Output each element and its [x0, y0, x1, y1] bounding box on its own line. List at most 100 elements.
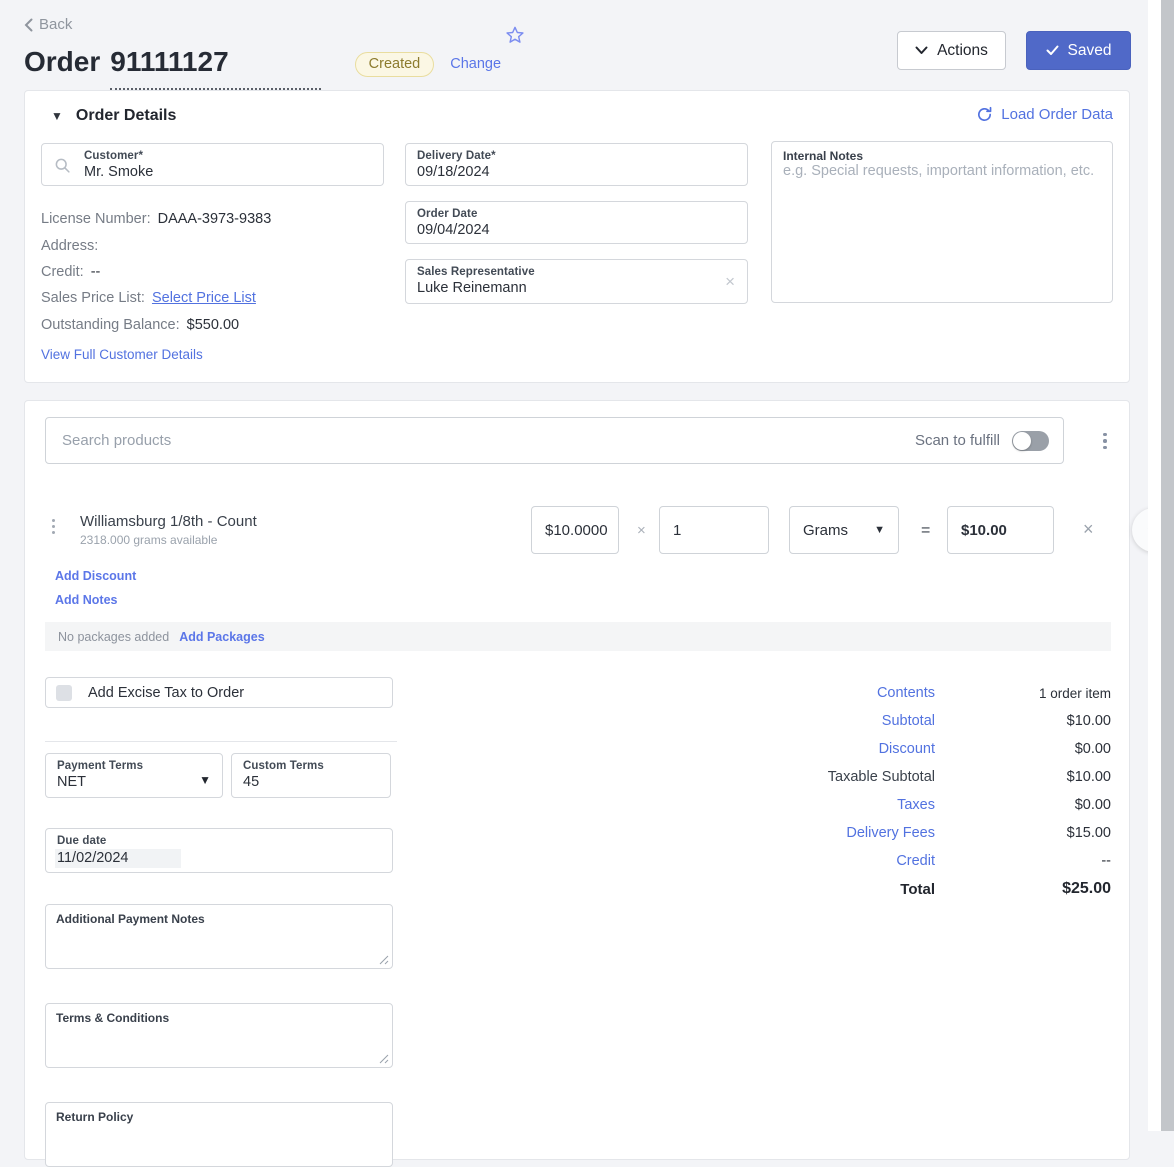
excise-tax-checkbox[interactable]: [56, 684, 72, 701]
quantity-input[interactable]: 1: [659, 506, 769, 554]
chevron-down-icon: [915, 46, 928, 54]
caret-down-icon: ▼: [51, 109, 63, 123]
equals-sign: =: [921, 522, 931, 539]
no-packages-text: No packages added: [58, 629, 170, 644]
taxable-subtotal-label: Taxable Subtotal: [827, 769, 935, 785]
scrollbar-track[interactable]: [1148, 0, 1174, 1131]
contents-value: 1 order item: [1038, 685, 1111, 701]
license-number-row: License Number: DAAA-3973-9383: [41, 211, 272, 227]
clear-sales-rep-icon[interactable]: ×: [725, 273, 735, 290]
custom-terms-value: 45: [243, 774, 260, 790]
back-label: Back: [39, 16, 73, 33]
discount-link[interactable]: Discount: [745, 741, 935, 757]
order-details-collapse[interactable]: ▼ Order Details: [51, 107, 176, 125]
summary-row-subtotal: Subtotal $10.00: [745, 707, 1111, 735]
contents-link[interactable]: Contents: [745, 685, 935, 701]
product-search-bar: Scan to fulfill: [45, 417, 1064, 464]
summary-row-total: Total $25.00: [745, 875, 1111, 903]
license-number-value: DAAA-3973-9383: [157, 211, 272, 227]
view-full-customer-details-link[interactable]: View Full Customer Details: [41, 347, 203, 362]
search-icon: [55, 158, 70, 173]
internal-notes-input[interactable]: [783, 163, 1101, 281]
divider: [45, 741, 397, 742]
outstanding-balance-row: Outstanding Balance: $550.00: [41, 317, 240, 333]
add-packages-link[interactable]: Add Packages: [179, 630, 264, 644]
total-label: Total: [900, 880, 935, 898]
add-discount-link[interactable]: Add Discount: [55, 569, 136, 583]
order-date-value: 09/04/2024: [417, 222, 490, 238]
order-date-field[interactable]: Order Date 09/04/2024: [405, 201, 748, 244]
remove-line-item-icon[interactable]: ×: [1083, 520, 1094, 538]
actions-button[interactable]: Actions: [897, 31, 1006, 70]
unit-select[interactable]: Grams ▼: [789, 506, 899, 554]
resize-grip-icon[interactable]: [379, 1054, 389, 1064]
payment-terms-select[interactable]: Payment Terms NET ▼: [45, 753, 223, 798]
order-details-card: ▼ Order Details Load Order Data Customer…: [24, 90, 1130, 383]
refresh-icon: [978, 106, 992, 121]
back-button[interactable]: Back: [24, 16, 72, 33]
order-number-field[interactable]: 91111127: [110, 46, 321, 90]
unit-price-input[interactable]: $10.0000: [531, 506, 619, 554]
customer-label: Customer*: [84, 150, 144, 162]
saved-label: Saved: [1067, 41, 1112, 59]
add-notes-link[interactable]: Add Notes: [55, 593, 118, 607]
additional-payment-notes-box: Additional Payment Notes: [45, 904, 393, 969]
delivery-date-value: 09/18/2024: [417, 164, 490, 180]
taxable-subtotal-value: $10.00: [1066, 769, 1111, 785]
credit-row: Credit: --: [41, 264, 101, 280]
products-card: Scan to fulfill Williamsburg 1/8th - Cou…: [24, 400, 1130, 1167]
product-name: Williamsburg 1/8th - Count: [80, 513, 257, 530]
select-price-list-link[interactable]: Select Price List: [152, 290, 256, 306]
payment-terms-value: NET: [57, 774, 86, 790]
search-products-input[interactable]: [62, 432, 915, 449]
additional-payment-notes-label: Additional Payment Notes: [56, 912, 205, 926]
section-title: Order Details: [75, 107, 177, 124]
chevron-left-icon: [24, 18, 33, 31]
credit-link[interactable]: Credit: [745, 853, 935, 869]
return-policy-box: Return Policy: [45, 1102, 393, 1167]
taxes-value: $0.00: [1074, 797, 1111, 813]
multiply-sign: ×: [637, 522, 646, 539]
customer-value: Mr. Smoke: [84, 164, 154, 180]
scrollbar-thumb[interactable]: [1161, 0, 1174, 1131]
summary-row-contents: Contents 1 order item: [745, 679, 1111, 707]
order-title-bar: Order 91111127 Created Change: [24, 46, 501, 90]
due-date-value: 11/02/2024: [55, 849, 181, 868]
summary-row-taxes: Taxes $0.00: [745, 791, 1111, 819]
line-total-input[interactable]: $10.00: [947, 506, 1054, 554]
internal-notes-label: Internal Notes: [783, 149, 864, 163]
excise-tax-label: Add Excise Tax to Order: [88, 684, 245, 701]
custom-terms-field[interactable]: Custom Terms 45: [231, 753, 391, 798]
return-policy-label: Return Policy: [56, 1110, 134, 1124]
kebab-menu-icon[interactable]: [1095, 429, 1115, 453]
page-title: Order: [24, 46, 101, 77]
check-icon: [1046, 45, 1059, 55]
address-row: Address:: [41, 238, 99, 254]
load-order-data-link[interactable]: Load Order Data: [976, 106, 1113, 123]
saved-button[interactable]: Saved: [1026, 31, 1131, 70]
chevron-down-icon: ▼: [199, 773, 211, 787]
drag-handle-icon[interactable]: [52, 519, 55, 534]
chevron-down-icon: ▼: [874, 524, 885, 536]
excise-tax-row: Add Excise Tax to Order: [45, 677, 393, 708]
sales-rep-field[interactable]: Sales Representative Luke Reinemann ×: [405, 259, 748, 304]
favorite-star-icon[interactable]: [505, 25, 525, 45]
customer-field[interactable]: Customer* Mr. Smoke: [41, 143, 384, 186]
delivery-date-field[interactable]: Delivery Date* 09/18/2024: [405, 143, 748, 186]
resize-grip-icon[interactable]: [379, 955, 389, 965]
internal-notes-box: Internal Notes: [771, 141, 1113, 303]
credit-value: --: [1101, 853, 1111, 869]
discount-value: $0.00: [1074, 741, 1111, 757]
sales-rep-value: Luke Reinemann: [417, 280, 527, 296]
subtotal-link[interactable]: Subtotal: [745, 713, 935, 729]
taxes-link[interactable]: Taxes: [745, 797, 935, 813]
status-badge: Created: [354, 52, 435, 77]
scan-to-fulfill-toggle[interactable]: [1012, 430, 1049, 451]
delivery-fees-link[interactable]: Delivery Fees: [745, 825, 935, 841]
subtotal-value: $10.00: [1066, 713, 1111, 729]
change-status-link[interactable]: Change: [450, 56, 501, 72]
due-date-field[interactable]: Due date 11/02/2024: [45, 828, 393, 873]
terms-conditions-label: Terms & Conditions: [56, 1011, 170, 1025]
terms-conditions-box: Terms & Conditions: [45, 1003, 393, 1068]
toggle-knob: [1013, 431, 1031, 450]
